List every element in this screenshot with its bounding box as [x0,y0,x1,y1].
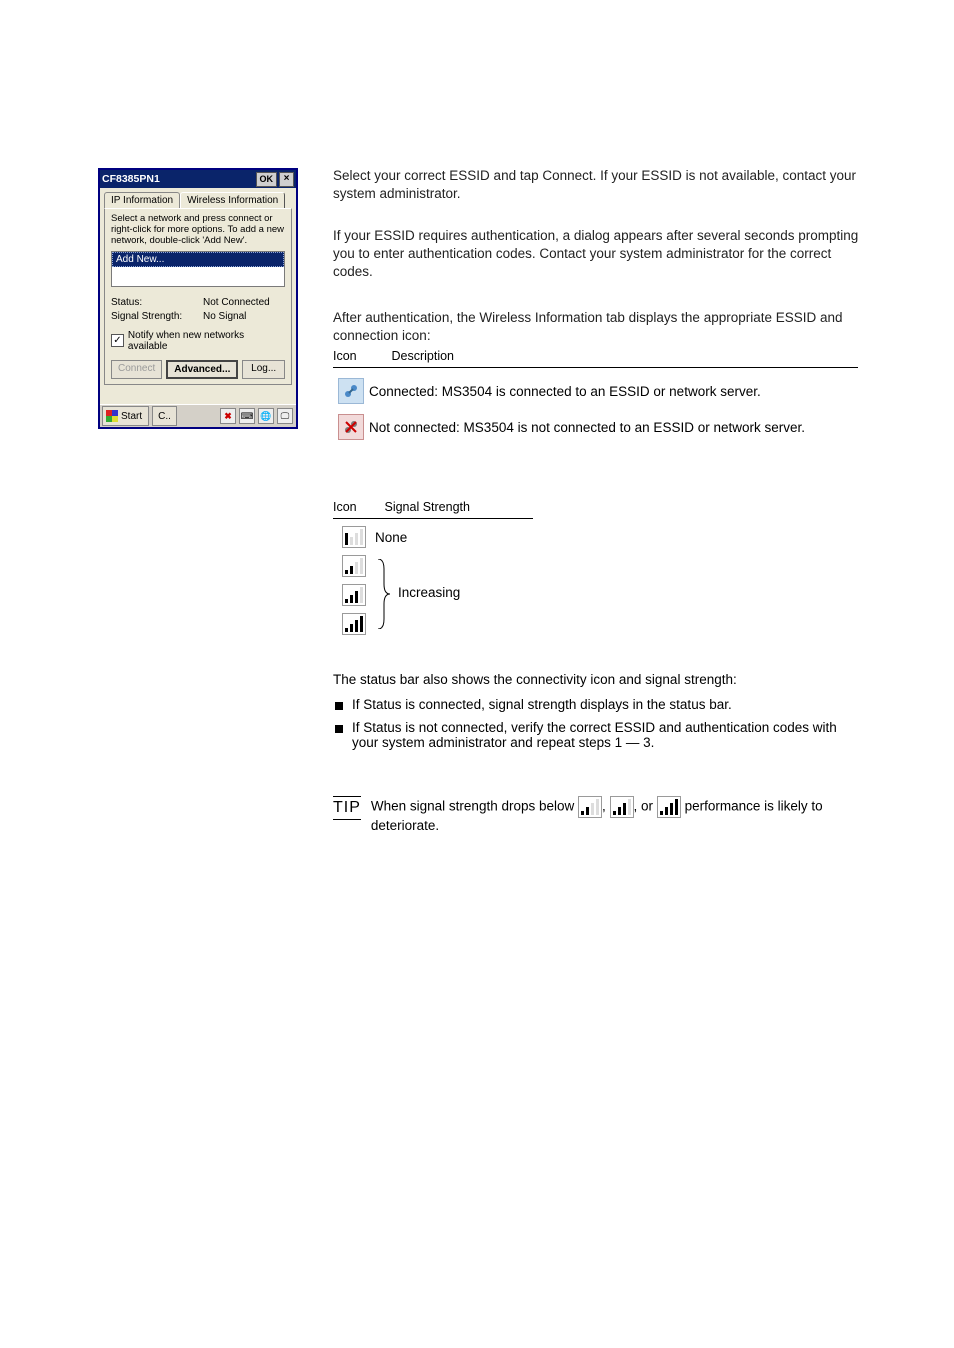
status-value: Not Connected [203,297,270,308]
tray-monitor-icon[interactable]: 🖵 [277,408,293,424]
instruction-text: Select a network and press connect or ri… [111,214,285,247]
dialog-titlebar: CF8385PN1 OK × [100,170,296,188]
notify-checkbox-row[interactable]: ✓ Notify when new networks available [111,330,285,352]
start-button[interactable]: Start [102,406,149,426]
connect-button[interactable]: Connect [111,360,162,379]
step-1: Select your correct ESSID and tap Connec… [333,167,863,203]
signal-none-icon [342,526,366,548]
tray-keyboard-icon[interactable]: ⌨ [239,408,255,424]
tray-globe-icon[interactable]: 🌐 [258,408,274,424]
signal-row: Signal Strength: No Signal [111,311,285,322]
system-tray: ✖ ⌨ 🌐 🖵 [220,408,296,424]
connected-desc: Connected: MS3504 is connected to an ESS… [369,384,858,399]
signal-2-icon [342,584,366,606]
signal-value: No Signal [203,311,246,322]
table-row: Not connected: MS3504 is not connected t… [333,414,858,440]
step-3: After authentication, the Wireless Infor… [333,309,863,345]
start-label: Start [121,411,142,422]
signal-strength-table: Icon Signal Strength None [333,500,533,635]
close-button[interactable]: × [279,172,294,187]
status-label: Status: [111,297,203,308]
connected-icon [338,378,364,404]
add-new-item[interactable]: Add New... [112,252,284,267]
windows-logo-icon [106,410,118,422]
tab-ip-information[interactable]: IP Information [104,192,180,208]
increasing-label: Increasing [398,585,460,600]
bullet-icon [335,702,343,710]
signal-label: Signal Strength: [111,311,203,322]
not-connected-desc: Not connected: MS3504 is not connected t… [369,420,858,435]
col-desc: Description [391,349,454,363]
signal-3-icon [342,613,366,635]
wireless-panel: Select a network and press connect or ri… [104,208,292,385]
signal-1-icon [578,796,602,818]
brace-icon [376,559,390,629]
table1-header: Icon Description [333,349,858,368]
tip-label: TIP [333,796,361,820]
log-button[interactable]: Log... [242,360,285,379]
signal-3-icon [657,796,681,818]
table-row: Connected: MS3504 is connected to an ESS… [333,378,858,404]
col-icon: Icon [333,500,381,514]
tip-text: When signal strength drops below , , or … [371,796,858,833]
step-2: If your ESSID requires authentication, a… [333,227,863,282]
table-row [333,555,533,577]
bullet-intro: The status bar also shows the connectivi… [333,672,858,687]
task-item[interactable]: C.. [152,406,177,426]
dialog-title: CF8385PN1 [102,173,160,185]
tray-network-icon[interactable]: ✖ [220,408,236,424]
table-row [333,613,533,635]
col-signal: Signal Strength [384,500,469,514]
signal-none-label: None [375,530,407,545]
bullet-text: If Status is connected, signal strength … [352,697,732,712]
table2-header: Icon Signal Strength [333,500,533,519]
not-connected-icon [338,414,364,440]
network-list[interactable]: Add New... [111,251,285,287]
status-row: Status: Not Connected [111,297,285,308]
bullet-text: If Status is not connected, verify the c… [352,720,858,750]
tab-wireless-information[interactable]: Wireless Information [180,192,285,208]
bullet-section: The status bar also shows the connectivi… [333,672,858,758]
bullet-icon [335,725,343,733]
table-row: None [333,526,533,548]
connection-icon-table: Icon Description Connected: MS3504 is co… [333,349,858,440]
signal-1-icon [342,555,366,577]
tip-callout: TIP When signal strength drops below , ,… [333,796,858,833]
taskbar: Start C.. ✖ ⌨ 🌐 🖵 [100,404,296,427]
list-item: If Status is connected, signal strength … [333,697,858,712]
list-item: If Status is not connected, verify the c… [333,720,858,750]
signal-2-icon [610,796,634,818]
wireless-dialog: CF8385PN1 OK × IP Information Wireless I… [98,168,298,429]
button-row: Connect Advanced... Log... [111,360,285,379]
col-icon: Icon [333,349,388,363]
advanced-button[interactable]: Advanced... [166,360,238,379]
notify-label: Notify when new networks available [128,330,285,352]
checkbox-icon[interactable]: ✓ [111,334,124,347]
tab-strip: IP Information Wireless Information [100,188,296,208]
ok-button[interactable]: OK [256,172,278,187]
